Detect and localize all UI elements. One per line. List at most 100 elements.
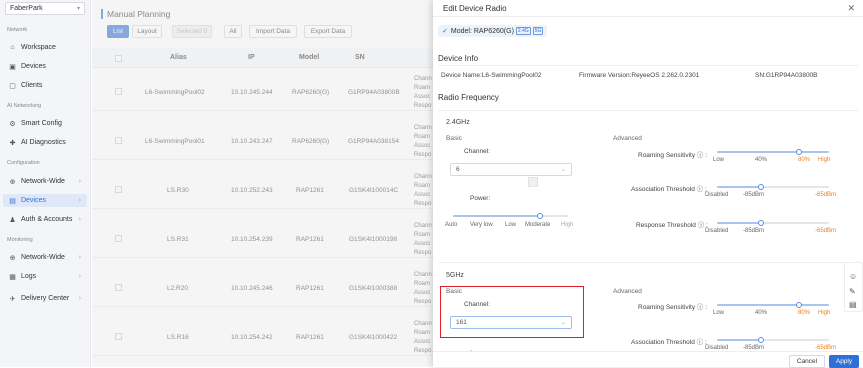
roaming-tick-low: Low [713,310,725,316]
sidebar-item-auth-accounts[interactable]: ♟ Auth & Accounts › [3,213,87,226]
chevron-right-icon: › [78,254,81,261]
model-label: Model: RAP6260(G) [450,27,514,35]
association-slider-track[interactable] [717,339,759,341]
radio-frequency-heading: Radio Frequency [438,93,499,102]
association-threshold-label: Association Threshold ⓘ : [631,339,707,346]
association-tick-disabled: Disabled [705,192,729,198]
sidebar-item-label: Smart Config [21,120,62,127]
association-threshold-text: Association Threshold [631,339,695,346]
highlight-box [440,286,584,338]
org-selector[interactable]: FaberPark ▾ [5,2,85,15]
assistant-icon[interactable]: ✎ [849,287,856,296]
clipboard-icon[interactable]: ▤ [849,300,857,309]
info-icon: ⓘ [696,339,704,346]
home-icon: ⌂ [10,44,15,51]
power-slider-handle[interactable] [537,213,543,219]
power-tick-moderate: Moderate [525,222,551,228]
sidebar-item-network-wide-monitoring[interactable]: ⊕ Network-Wide › [3,251,87,264]
sidebar-item-label: Network-Wide [21,178,65,185]
info-icon: ⓘ [696,152,704,159]
association-tick-85: -85dBm [743,192,765,198]
check-icon: ✓ [442,28,448,35]
device-info-heading: Device Info [438,54,479,63]
chevron-down-icon: ▾ [76,6,80,12]
roaming-slider-handle[interactable] [796,302,802,308]
roaming-tick-40: 40% [755,310,768,316]
band-5ghz-title: 5GHz [446,272,464,279]
devices-icon: ▣ [9,63,16,71]
roaming-slider-handle[interactable] [796,149,802,155]
roaming-slider-track[interactable] [717,151,829,153]
sidebar-item-label: AI Diagnostics [21,139,66,146]
response-slider-track[interactable] [717,222,759,224]
section-monitoring: Monitoring [7,237,33,243]
logs-icon: ▦ [9,273,16,281]
sidebar-item-clients[interactable]: ▢ Clients [3,79,87,92]
info-icon: ⓘ [696,304,704,311]
sidebar-item-label: Logs [21,273,37,280]
roaming-tick-high: High [818,157,831,163]
sidebar-item-devices[interactable]: ▣ Devices [3,60,87,73]
power-tick-high: High [561,222,574,228]
sidebar-item-label: Devices [21,197,46,204]
power-slider-rest [543,215,568,217]
sidebar-item-network-wide[interactable]: ⊕ Network-Wide › [3,175,87,188]
model-badge: ✓ Model: RAP6260(G) 2.4G 5G [438,25,548,37]
response-slider-handle[interactable] [758,220,764,226]
roaming-tick-high: High [818,310,831,316]
chevron-down-icon: ⌄ [560,167,566,173]
network-icon: ⊕ [9,254,16,262]
roaming-tick-40: 40% [755,157,768,163]
sidebar-item-devices-config[interactable]: ▤ Devices › [3,194,87,207]
advanced-label: Advanced [613,288,642,295]
response-slider-rest [759,222,829,224]
roaming-sensitivity-text: Roaming Sensitivity [638,152,696,159]
basic-label: Basic [446,135,462,142]
association-tick-65: -65dBm [815,192,837,198]
roaming-slider-track[interactable] [717,304,829,306]
auth-icon: ♟ [9,216,16,224]
divider [438,110,858,111]
network-icon: ⊕ [9,178,16,186]
sidebar-item-workspace[interactable]: ⌂ Workspace [3,41,87,54]
sidebar-item-delivery-center[interactable]: ✈ Delivery Center › [3,292,87,305]
association-slider-handle[interactable] [758,337,764,343]
section-ai-networking: AI Networking [7,103,42,109]
sidebar-item-logs[interactable]: ▦ Logs › [3,270,87,283]
sidebar-item-ai-diagnostics[interactable]: ✚ AI Diagnostics [3,136,87,149]
divider [438,65,858,66]
section-network: Network [7,27,28,33]
divider [433,16,863,17]
power-tick-auto: Auto [445,222,458,228]
drawer-title: Edit Device Radio [443,4,507,13]
advanced-label: Advanced [613,135,642,142]
roaming-tick-low: Low [713,157,725,163]
apply-button[interactable]: Apply [829,355,859,368]
devices-icon: ▤ [9,197,16,205]
chevron-right-icon: › [78,178,81,185]
response-tick-65: -65dBm [815,228,837,234]
sidebar-item-smart-config[interactable]: ⚙ Smart Config [3,117,87,130]
sidebar-item-label: Clients [21,82,43,89]
power-tick-very-low: Very low [470,222,493,228]
channel-select-24ghz[interactable]: 6 ⌄ [450,163,572,176]
chevron-right-icon: › [78,216,81,223]
association-slider-track[interactable] [717,186,759,188]
firmware-version: Firmware Version:ReyeeOS 2.262.0.2301 [579,72,700,79]
association-slider-rest [759,339,829,341]
association-slider-rest [759,186,829,188]
delivery-icon: ✈ [9,295,16,303]
power-label: Power: [470,195,491,202]
smart-config-icon: ⚙ [9,120,16,128]
serial-number: SN:G1RP94A03800B [755,72,818,79]
chat-icon[interactable]: ☺ [849,272,857,281]
sidebar-item-label: Auth & Accounts [21,216,73,223]
close-icon[interactable]: ✕ [847,3,855,14]
clients-icon: ▢ [9,82,16,90]
org-name: FaberPark [10,5,43,12]
modal-overlay[interactable] [92,0,433,367]
chevron-right-icon: › [78,197,81,204]
band-24ghz-title: 2.4GHz [446,119,470,126]
association-slider-handle[interactable] [758,184,764,190]
cancel-button[interactable]: Cancel [789,355,825,368]
